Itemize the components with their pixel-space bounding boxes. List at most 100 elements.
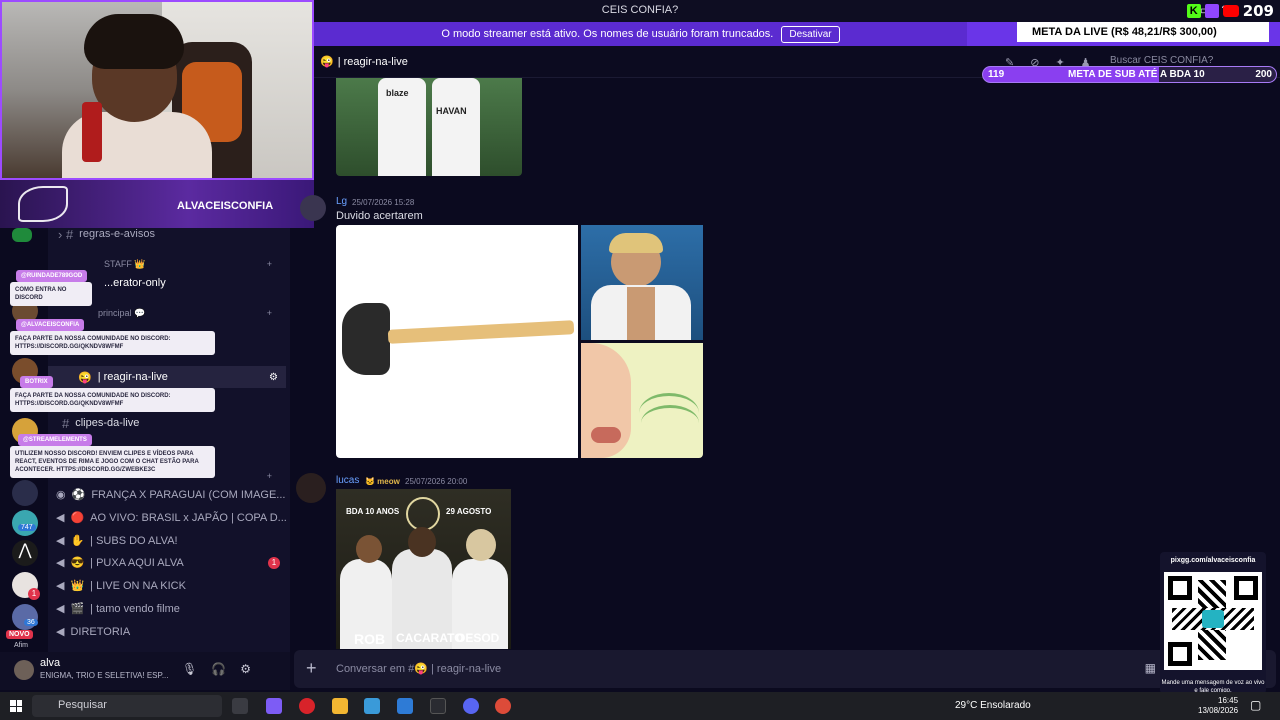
- obs-icon[interactable]: [430, 698, 446, 714]
- shirt-text: blaze: [386, 88, 409, 98]
- user-panel: alva ENIGMA, TRIO E SELETIVA! ESP... 🎙 🎧…: [0, 652, 290, 690]
- chat-username: @STREAMELEMENTS: [18, 434, 92, 446]
- clock-time: 16:45: [1218, 696, 1239, 705]
- server-icon[interactable]: [12, 510, 38, 536]
- server-icon[interactable]: [12, 480, 38, 506]
- user-name: alva: [40, 657, 61, 669]
- file-explorer-icon[interactable]: [332, 698, 348, 714]
- banner-text: O modo streamer está ativo. Os nomes de …: [441, 28, 774, 40]
- voice-channel[interactable]: ◀ DIRETORIA: [56, 625, 286, 639]
- speaker-icon: ◀: [56, 512, 65, 524]
- message-composer[interactable]: + Conversar em #😜 | reagir-na-live ▦: [294, 650, 1276, 688]
- speaker-icon: ◀: [56, 626, 65, 638]
- message-image-man[interactable]: [581, 225, 703, 340]
- qr-widget: pixgg.com/alvaceisconfia Mande uma mensa…: [1160, 552, 1266, 694]
- message-image-plunger[interactable]: [336, 225, 578, 458]
- message-image[interactable]: blaze HAVAN: [336, 78, 522, 176]
- channel-title: | reagir-na-live: [337, 55, 408, 68]
- outlook-icon[interactable]: [397, 698, 413, 714]
- voice-channel[interactable]: ◀ 🔴 AO VIVO: BRASIL x JAPÃO | COPA D...: [56, 511, 286, 525]
- windows-start-icon[interactable]: [10, 700, 22, 712]
- channel-label: | SUBS DO ALVA!: [90, 534, 178, 547]
- category-staff[interactable]: STAFF 👑 +: [48, 259, 286, 270]
- server-label: Afim: [14, 642, 28, 649]
- channel-label: | LIVE ON NA KICK: [90, 579, 186, 592]
- channel-clipes[interactable]: # clipes-da-live: [48, 412, 286, 434]
- chat-message: UTILIZEM NOSSO DISCORD! ENVIEM CLIPES E …: [10, 446, 215, 479]
- store-icon[interactable]: [364, 698, 380, 714]
- add-channel-icon[interactable]: +: [267, 259, 272, 270]
- viewer-count: 209: [1242, 2, 1274, 20]
- sub-goal-target: 200: [1255, 69, 1272, 80]
- server-icon[interactable]: [12, 604, 38, 630]
- notification-icon[interactable]: ▢: [1250, 698, 1266, 714]
- new-badge: NOVO: [6, 630, 33, 639]
- channel-emoji: 😜: [320, 56, 334, 68]
- task-view-icon[interactable]: [232, 698, 248, 714]
- voice-icon: ◉: [56, 489, 66, 501]
- channel-label: regras-e-avisos: [79, 228, 155, 240]
- headphones-icon[interactable]: 🎧: [211, 662, 226, 676]
- copilot-icon[interactable]: [266, 698, 282, 714]
- speaker-icon: ◀: [56, 557, 65, 569]
- weather[interactable]: 29°C Ensolarado: [955, 700, 1031, 711]
- speaker-icon: ◀: [56, 603, 65, 615]
- category-label: principal 💬: [98, 308, 146, 318]
- disable-button[interactable]: Desativar: [781, 25, 840, 43]
- hash-icon: #: [62, 415, 70, 431]
- speaker-icon: ◀: [56, 535, 65, 547]
- server-icon[interactable]: ⋀: [12, 540, 38, 566]
- voice-channel[interactable]: ◉ ⚽ FRANÇA X PARAGUAI (COM IMAGE...: [56, 488, 286, 502]
- user-controls: 🎙 🎧 ⚙: [182, 662, 251, 676]
- apps-icon[interactable]: ▦: [1145, 661, 1156, 675]
- chat-username: @ALVACEISCONFIA: [16, 319, 85, 331]
- add-attachment-icon[interactable]: +: [306, 658, 317, 679]
- add-channel-icon[interactable]: +: [267, 471, 272, 481]
- chrome-icon[interactable]: [495, 698, 511, 714]
- poster-name: CACARATO: [396, 631, 464, 645]
- server-icon[interactable]: [12, 228, 32, 242]
- kick-icon: K: [1186, 4, 1201, 18]
- channel-reagir-na-live[interactable]: 😜 | reagir-na-live ⚙: [48, 366, 286, 388]
- voice-channel[interactable]: ◀ 🎬 | tamo vendo filme: [56, 602, 286, 616]
- streamer-name: ALVACEISCONFIA: [177, 200, 274, 212]
- voice-channel[interactable]: ◀ 👑 | LIVE ON NA KICK: [56, 579, 286, 593]
- avatar[interactable]: [14, 660, 34, 680]
- microphone-icon[interactable]: 🎙: [182, 662, 197, 676]
- channel-emoji: 👑: [70, 580, 85, 592]
- category-principal[interactable]: principal 💬 +: [48, 308, 286, 319]
- opera-icon[interactable]: [299, 698, 315, 714]
- channel-label: FRANÇA X PARAGUAI (COM IMAGE...: [91, 488, 286, 501]
- message-author[interactable]: lucas: [336, 475, 359, 486]
- message-author[interactable]: Lg: [336, 196, 347, 207]
- gear-icon[interactable]: ⚙: [240, 662, 251, 676]
- message-timestamp: 25/07/2026 15:28: [352, 198, 415, 207]
- channel-label: | tamo vendo filme: [90, 602, 180, 615]
- clock[interactable]: 16:45 13/08/2026: [1198, 696, 1238, 717]
- message-input[interactable]: Conversar em #😜 | reagir-na-live: [336, 662, 501, 675]
- chat-message: FAÇA PARTE DA NOSSA COMUNIDADE NO DISCOR…: [10, 388, 215, 413]
- message-image-poster[interactable]: BDA 10 ANOS 29 AGOSTO ROB CACARATO OESOD: [336, 489, 511, 649]
- chat-message: FAÇA PARTE DA NOSSA COMUNIDADE NO DISCOR…: [10, 331, 215, 356]
- taskbar: Pesquisar 29°C Ensolarado 16:45 13/08/20…: [0, 692, 1280, 720]
- user-status: ENIGMA, TRIO E SELETIVA! ESP...: [40, 671, 169, 680]
- sub-goal-current: 119: [988, 69, 1005, 80]
- channel-emoji: ✋: [70, 535, 85, 547]
- message-image-nose[interactable]: [581, 343, 703, 458]
- taskbar-search[interactable]: Pesquisar: [32, 695, 222, 717]
- voice-channel[interactable]: ◀ 😎 | PUXA AQUI ALVA 1: [56, 556, 286, 569]
- channel-label: clipes-da-live: [75, 417, 140, 429]
- discord-icon[interactable]: [463, 698, 479, 714]
- message-timestamp: 25/07/2026 20:00: [405, 477, 468, 486]
- channel-regras[interactable]: › # regras-e-avisos: [48, 223, 286, 245]
- add-channel-icon[interactable]: +: [267, 308, 272, 319]
- youtube-icon: [1222, 5, 1239, 17]
- settings-icon[interactable]: ⚙: [269, 372, 286, 383]
- channel-emoji: 😜: [78, 371, 92, 384]
- voice-channel[interactable]: ◀ ✋ | SUBS DO ALVA!: [56, 534, 286, 548]
- channel-emoji: ⚽: [71, 489, 86, 501]
- channel-emoji: 😎: [70, 557, 85, 569]
- streamer-logo-icon: [18, 186, 68, 222]
- avatar[interactable]: [300, 195, 326, 221]
- avatar[interactable]: [296, 473, 326, 503]
